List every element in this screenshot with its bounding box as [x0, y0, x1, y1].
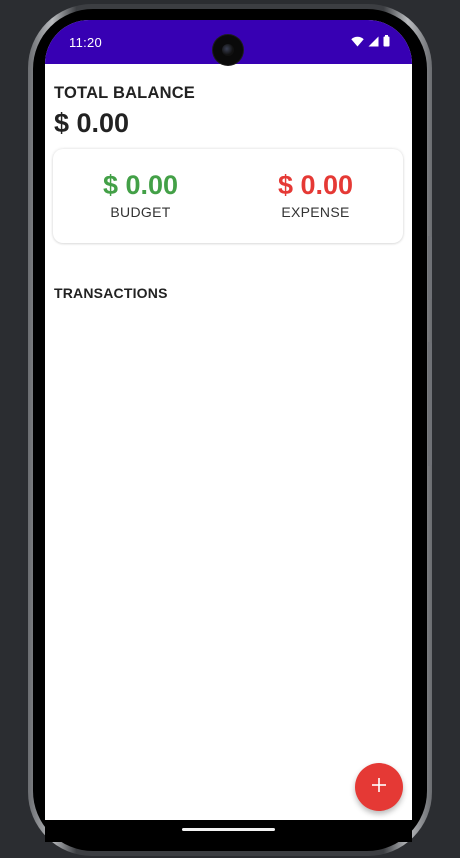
battery-icon [383, 34, 390, 52]
app-screen: 11:20 TOTAL BALANCE $ 0.00 $ 0.00 BUDGET… [45, 20, 412, 820]
navigation-bar [45, 820, 412, 842]
transactions-list[interactable] [45, 309, 412, 789]
main-content: TOTAL BALANCE $ 0.00 $ 0.00 BUDGET $ 0.0… [45, 64, 412, 820]
status-time: 11:20 [69, 35, 103, 50]
power-button [428, 342, 432, 466]
wifi-icon [351, 34, 364, 52]
volume-button [428, 236, 432, 300]
plus-icon [372, 777, 386, 797]
budget-amount: $ 0.00 [102, 170, 179, 200]
device-stage: 11:20 TOTAL BALANCE $ 0.00 $ 0.00 BUDGET… [0, 0, 460, 858]
expense-amount: $ 0.00 [277, 170, 354, 200]
expense-summary: $ 0.00 EXPENSE [228, 169, 403, 220]
budget-summary: $ 0.00 BUDGET [53, 169, 228, 220]
home-indicator[interactable] [182, 828, 275, 831]
budget-label: BUDGET [110, 204, 171, 220]
status-bar: 11:20 [45, 20, 412, 65]
cellular-signal-icon [368, 34, 379, 52]
transactions-title: TRANSACTIONS [54, 285, 168, 301]
add-transaction-button[interactable] [355, 763, 403, 811]
summary-card: $ 0.00 BUDGET $ 0.00 EXPENSE [53, 149, 403, 243]
total-balance-label: TOTAL BALANCE [54, 84, 196, 102]
expense-label: EXPENSE [281, 204, 350, 220]
status-icons [351, 34, 390, 52]
total-balance-value: $ 0.00 [54, 108, 130, 138]
front-camera [213, 35, 243, 65]
